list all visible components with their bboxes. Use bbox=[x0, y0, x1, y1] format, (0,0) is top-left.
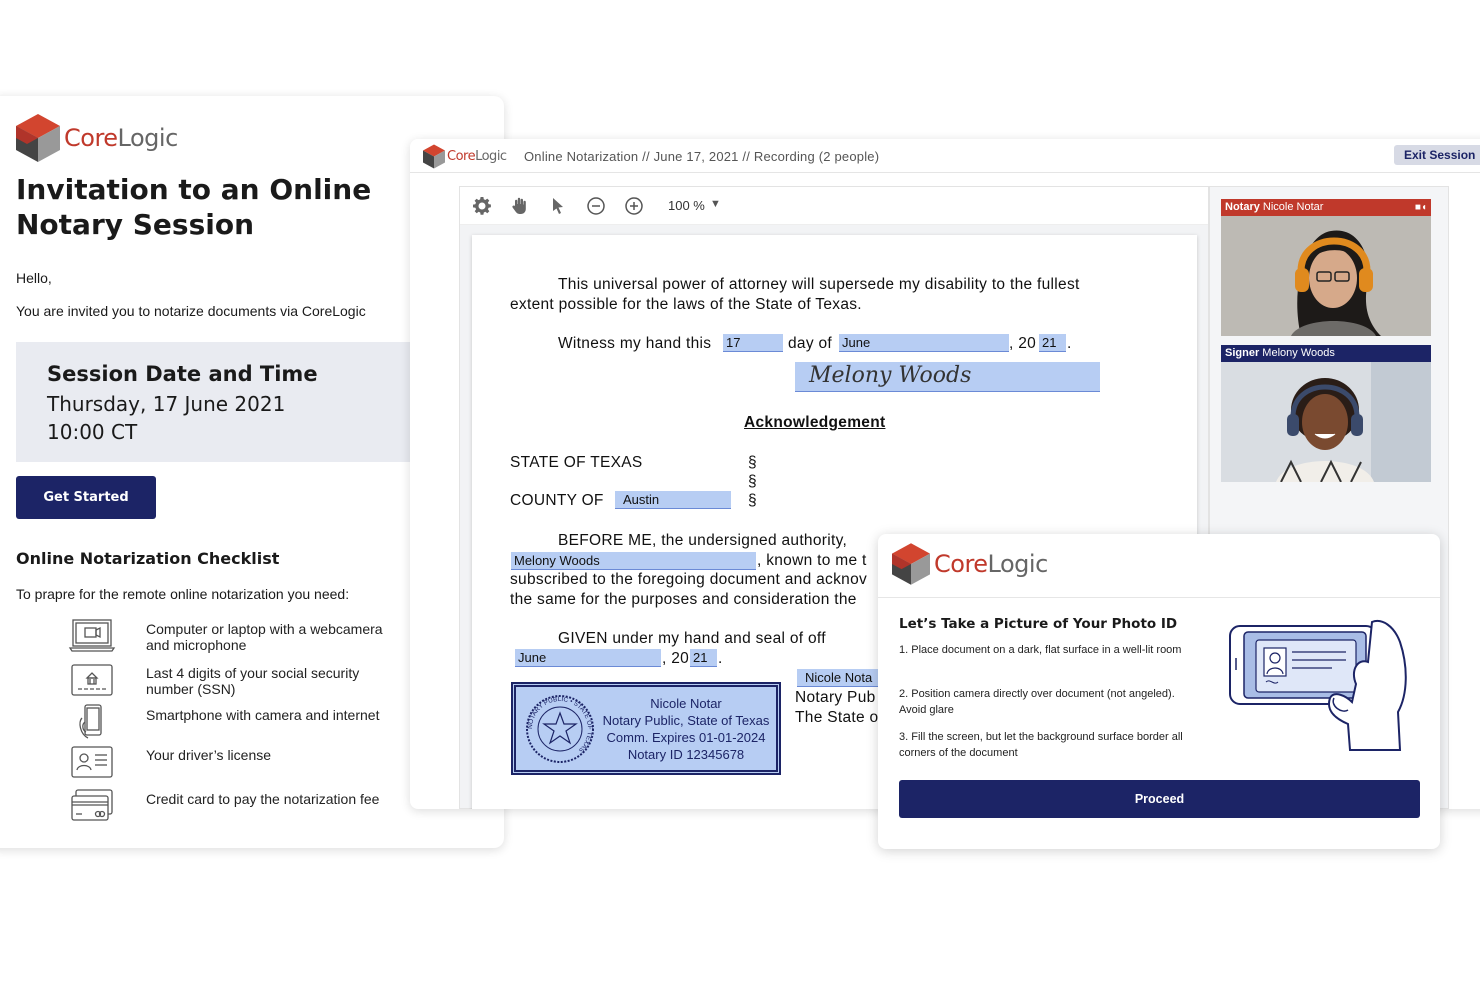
pointer-icon[interactable] bbox=[548, 196, 568, 216]
proceed-button[interactable]: Proceed bbox=[899, 780, 1420, 818]
document-toolbar: 100 % ▼ bbox=[460, 187, 1208, 225]
state-label: STATE OF TEXAS bbox=[510, 454, 643, 471]
notary-name-field[interactable]: Nicole Nota bbox=[797, 669, 887, 687]
witness-day-field[interactable]: 17 bbox=[723, 334, 783, 352]
given-year-prefix: , 20 bbox=[662, 650, 690, 667]
corelogic-cube-icon bbox=[16, 114, 60, 162]
given-month-field[interactable]: June bbox=[515, 649, 661, 667]
checklist-item-text: Your driver’s license bbox=[146, 747, 272, 763]
doc-paragraph-line: This universal power of attorney will su… bbox=[558, 276, 1080, 293]
witness-month-field[interactable]: June bbox=[839, 334, 1009, 352]
county-label: COUNTY OF bbox=[510, 492, 604, 509]
session-datetime-box: Session Date and Time Thursday, 17 June … bbox=[16, 342, 410, 462]
notary-person-image bbox=[1221, 216, 1431, 336]
same-purposes-line: the same for the purposes and considerat… bbox=[510, 591, 857, 608]
checklist-item-text: Last 4 digits of your social security nu… bbox=[146, 665, 360, 697]
smartphone-icon bbox=[79, 704, 102, 739]
corelogic-wordmark: CoreLogic bbox=[934, 550, 1048, 578]
session-datetime-heading: Session Date and Time bbox=[47, 362, 318, 386]
session-breadcrumb: Online Notarization // June 17, 2021 // … bbox=[524, 149, 880, 164]
witness-end: . bbox=[1067, 335, 1072, 352]
zoom-level-select[interactable]: 100 % bbox=[668, 198, 705, 213]
notary-video-tile[interactable]: Notary Nicole Notar ■◖ bbox=[1221, 199, 1431, 336]
session-topbar: CoreLogic Online Notarization // June 17… bbox=[410, 139, 1480, 173]
seal-id: Notary ID 12345678 bbox=[627, 747, 745, 762]
seal-expires: Comm. Expires 01-01-2024 bbox=[606, 730, 766, 745]
credit-card-icon bbox=[71, 789, 113, 821]
seal-title: Notary Public, State of Texas bbox=[602, 713, 770, 728]
zoom-in-icon[interactable] bbox=[624, 196, 644, 216]
checklist-heading: Online Notarization Checklist bbox=[16, 549, 280, 568]
witness-year-field[interactable]: 21 bbox=[1039, 334, 1066, 352]
subscribed-line: subscribed to the foregoing document and… bbox=[510, 571, 868, 588]
email-intro: You are invited you to notarize document… bbox=[16, 303, 366, 319]
photo-id-modal: CoreLogic Let’s Take a Picture of Your P… bbox=[878, 534, 1440, 849]
session-date: Thursday, 17 June 2021 bbox=[47, 392, 286, 416]
notary-seal-text: Nicole Notar Notary Public, State of Tex… bbox=[598, 695, 774, 763]
screenshot-stage: CoreLogic Invitation to an Online Notary… bbox=[0, 0, 1480, 987]
chevron-down-icon[interactable]: ▼ bbox=[710, 198, 721, 210]
section-mark: § bbox=[748, 473, 757, 490]
instruction-step: 1. Place document on a dark, flat surfac… bbox=[899, 644, 1182, 656]
notary-seal-emblem: NOTARY PUBLIC • STATE OF TEXAS bbox=[526, 695, 594, 763]
corelogic-cube-icon bbox=[892, 543, 930, 585]
given-end: . bbox=[718, 650, 723, 667]
section-mark: § bbox=[748, 454, 757, 471]
seal-name: Nicole Notar bbox=[650, 696, 722, 711]
session-time: 10:00 CT bbox=[47, 420, 138, 444]
gear-icon[interactable] bbox=[472, 196, 492, 216]
phone-capture-id-illustration bbox=[1229, 620, 1407, 751]
exit-session-button[interactable]: Exit Session bbox=[1394, 145, 1480, 165]
witness-mid: day of bbox=[788, 335, 833, 352]
drivers-license-icon bbox=[71, 746, 113, 778]
corelogic-wordmark: CoreLogic bbox=[64, 124, 178, 152]
modal-title: Let’s Take a Picture of Your Photo ID bbox=[899, 616, 1178, 632]
checklist-item-text: Credit card to pay the notarization fee bbox=[146, 791, 380, 807]
section-mark: § bbox=[748, 492, 757, 509]
corelogic-wordmark: CoreLogic bbox=[447, 149, 507, 164]
state-of-line: The State o bbox=[795, 709, 879, 726]
acknowledgement-heading: Acknowledgement bbox=[744, 414, 886, 431]
county-field[interactable]: Austin bbox=[615, 491, 731, 509]
before-me-line: BEFORE ME, the undersigned authority, bbox=[558, 532, 848, 549]
email-greeting: Hello, bbox=[16, 270, 52, 286]
signer-video-tile[interactable]: Signer Melony Woods bbox=[1221, 345, 1431, 482]
doc-paragraph-line: extent possible for the laws of the Stat… bbox=[510, 296, 862, 313]
camera-mic-icon: ■◖ bbox=[1414, 202, 1427, 213]
checklist-item-text: Computer or laptop with a webcamera and … bbox=[146, 621, 383, 653]
corelogic-logo: CoreLogic bbox=[423, 144, 507, 169]
signer-name-field[interactable]: Melony Woods bbox=[511, 552, 756, 570]
known-to-me-text: , known to me t bbox=[757, 552, 867, 569]
modal-divider bbox=[878, 597, 1440, 598]
witness-year-prefix: , 20 bbox=[1009, 335, 1037, 352]
hand-pan-icon[interactable] bbox=[510, 196, 530, 216]
checklist-item-text: Smartphone with camera and internet bbox=[146, 707, 380, 723]
notary-seal[interactable]: NOTARY PUBLIC • STATE OF TEXAS Nicole No… bbox=[511, 682, 781, 775]
email-title: Invitation to an Online Notary Session bbox=[16, 173, 372, 241]
corelogic-logo: CoreLogic bbox=[16, 114, 178, 162]
notary-video-label: Notary Nicole Notar ■◖ bbox=[1221, 199, 1431, 216]
signature-field[interactable]: Melony Woods bbox=[795, 362, 1100, 392]
notary-public-line: Notary Pub bbox=[795, 689, 876, 706]
signer-person-image bbox=[1221, 362, 1431, 482]
ssn-card-icon bbox=[71, 664, 113, 696]
notary-video-feed bbox=[1221, 216, 1431, 336]
corelogic-logo: CoreLogic bbox=[892, 543, 1048, 585]
zoom-out-icon[interactable] bbox=[586, 196, 606, 216]
instruction-step: 3. Fill the screen, but let the backgrou… bbox=[899, 731, 1183, 759]
signer-video-label: Signer Melony Woods bbox=[1221, 345, 1431, 362]
signer-video-feed bbox=[1221, 362, 1431, 482]
given-line: GIVEN under my hand and seal of off bbox=[558, 630, 826, 647]
given-year-field[interactable]: 21 bbox=[690, 649, 717, 667]
corelogic-cube-icon bbox=[423, 144, 445, 169]
witness-prefix: Witness my hand this bbox=[558, 335, 712, 352]
checklist-intro: To prapre for the remote online notariza… bbox=[16, 586, 350, 602]
computer-icon bbox=[68, 619, 116, 652]
get-started-button[interactable]: Get Started bbox=[16, 476, 156, 519]
instruction-step: 2. Position camera directly over documen… bbox=[899, 688, 1175, 716]
